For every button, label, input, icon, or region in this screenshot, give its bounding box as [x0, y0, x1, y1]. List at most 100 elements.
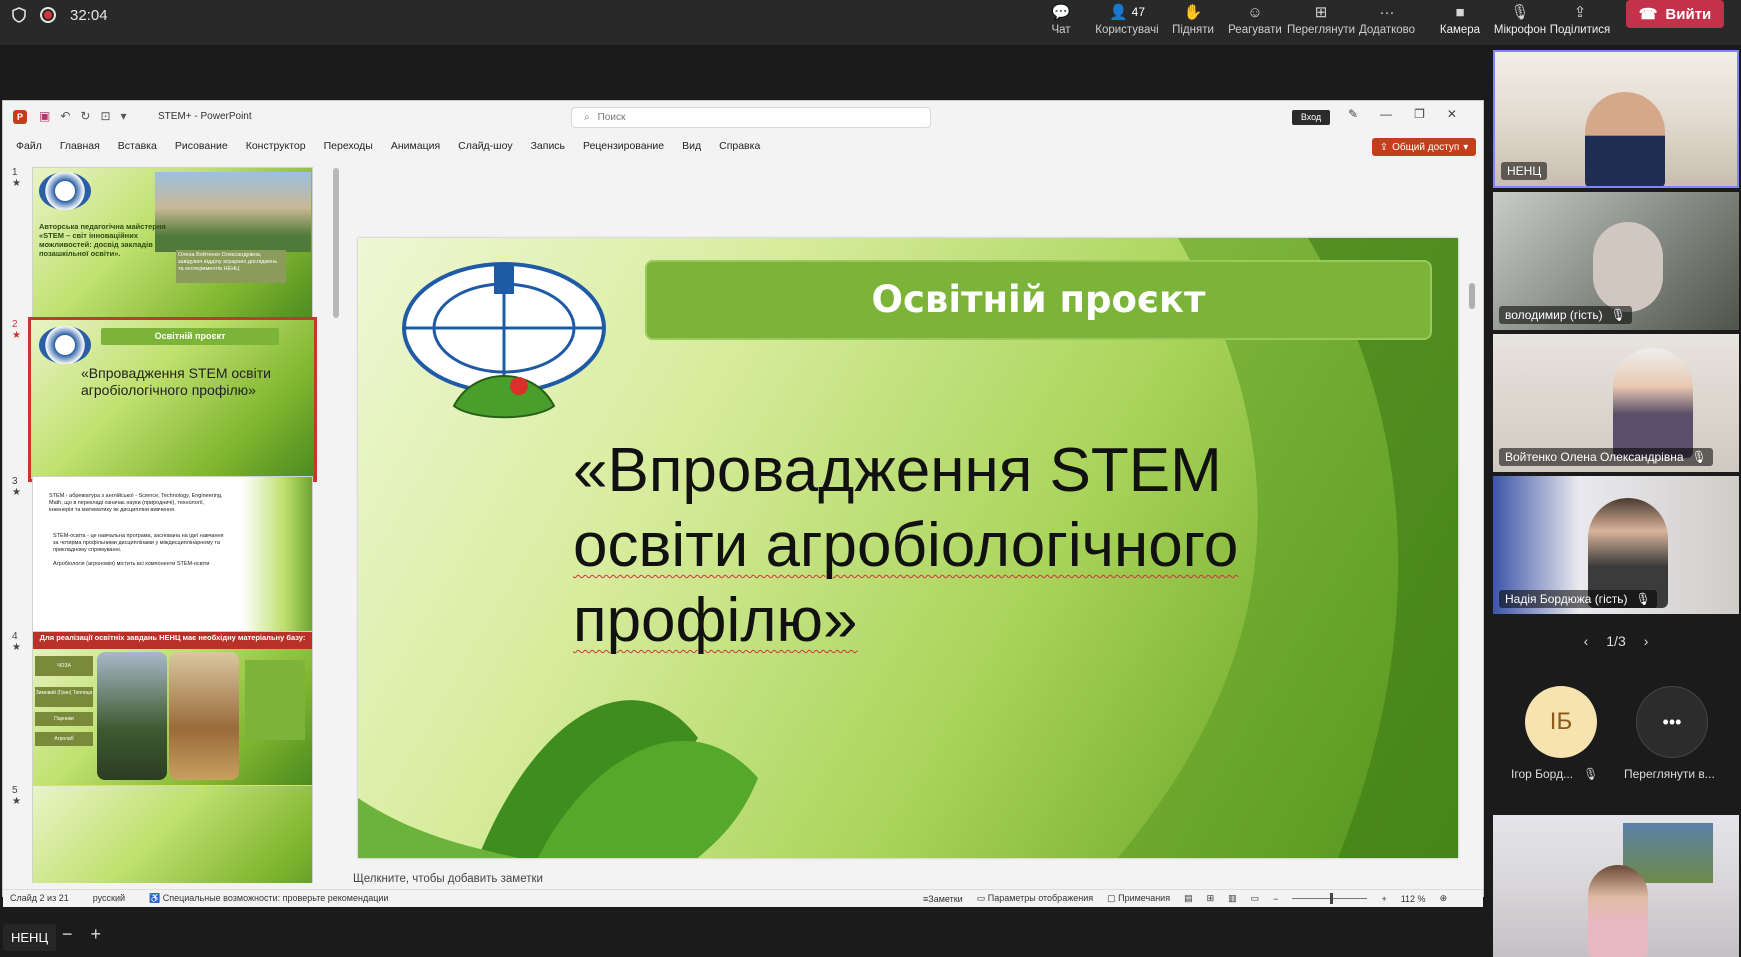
slide-thumbnail-4[interactable]: Для реалізації освітніх завдань НЕНЦ має…	[32, 631, 313, 788]
participant-name-tag: НЕНЦ	[1501, 162, 1548, 180]
reading-view-icon[interactable]: ▥	[1228, 893, 1237, 904]
status-bar: Слайд 2 из 21 русский ♿ Специальные возм…	[3, 889, 1483, 907]
restore-icon[interactable]: ❐	[1414, 107, 1425, 121]
thumb-2-text: «Впровадження STEM освіти агробіологічно…	[81, 365, 271, 398]
tab-view[interactable]: Вид	[682, 140, 701, 152]
customize-icon[interactable]: ▾	[121, 109, 127, 123]
participant-tile[interactable]: Войтенко Олена Олександрівна 🎙	[1493, 334, 1739, 472]
tab-record[interactable]: Запись	[531, 140, 565, 152]
accessibility-indicator[interactable]: ♿ Специальные возможности: проверьте рек…	[149, 893, 388, 904]
avatar-label: Переглянути в...	[1624, 767, 1715, 781]
view-button[interactable]: ⊞ Переглянути	[1286, 0, 1356, 40]
slide-thumbnail-3[interactable]: STEM - абревіатура з англійської - Scien…	[32, 476, 313, 633]
participant-tile[interactable]: НЕНЦ	[1493, 50, 1739, 188]
search-input[interactable]: ⌕ Поиск	[571, 107, 931, 128]
raise-hand-button[interactable]: ✋ Підняти	[1162, 0, 1224, 40]
chat-button[interactable]: 💬 Чат	[1030, 0, 1092, 40]
tab-draw[interactable]: Рисование	[175, 140, 228, 152]
thumb-number: 1 ★	[12, 167, 21, 189]
tab-file[interactable]: Файл	[16, 140, 42, 152]
logo-globe-icon	[39, 172, 91, 210]
save-icon[interactable]: ▣	[39, 109, 50, 123]
search-placeholder: Поиск	[597, 111, 626, 123]
zoom-in-button[interactable]: +	[91, 924, 102, 945]
avatar[interactable]: ІБ	[1525, 686, 1597, 758]
display-settings-button[interactable]: ▭ Параметры отображения	[977, 893, 1093, 904]
fit-slide-icon[interactable]: ⊕	[1440, 893, 1448, 904]
thumb-number: 3 ★	[12, 476, 21, 498]
undo-icon[interactable]: ↶	[60, 109, 70, 123]
comments-button[interactable]: ▢ Примечания	[1107, 893, 1170, 904]
tab-design[interactable]: Конструктор	[246, 140, 306, 152]
share-access-button[interactable]: ⇪ Общий доступ ▾	[1372, 138, 1476, 156]
powerpoint-window: P ▣ ↶ ↻ ⊡ ▾ STEM+ - PowerPoint ⌕ Поиск В…	[2, 100, 1484, 907]
language-indicator[interactable]: русский	[93, 893, 125, 904]
mic-off-icon: 🎙	[1635, 592, 1651, 606]
greenhouse-photo	[97, 652, 167, 780]
slide-scrollbar[interactable]	[1469, 238, 1475, 858]
normal-view-icon[interactable]: ▤	[1184, 893, 1193, 904]
tab-animations[interactable]: Анимация	[391, 140, 440, 152]
slideshow-view-icon[interactable]: ▭	[1251, 893, 1260, 904]
mic-button[interactable]: 🎙 Мікрофон	[1490, 0, 1550, 40]
notes-button[interactable]: ≡Заметки	[923, 894, 963, 904]
ppt-titlebar: P ▣ ↶ ↻ ⊡ ▾ STEM+ - PowerPoint ⌕ Поиск В…	[3, 101, 1483, 133]
more-participants-button[interactable]: •••	[1636, 686, 1708, 758]
participant-name-tag: володимир (гість) 🎙	[1499, 306, 1632, 324]
tab-insert[interactable]: Вставка	[118, 140, 157, 152]
chevron-right-icon[interactable]: ›	[1644, 633, 1649, 649]
share-button[interactable]: ⇪ Поділитися	[1550, 0, 1610, 40]
chevron-left-icon[interactable]: ‹	[1584, 633, 1589, 649]
thumbnails-scrollbar[interactable]	[333, 163, 339, 883]
tab-home[interactable]: Главная	[60, 140, 100, 152]
minimize-icon[interactable]: —	[1380, 107, 1392, 121]
zoom-slider[interactable]	[1292, 893, 1368, 904]
tab-transitions[interactable]: Переходы	[324, 140, 373, 152]
mic-off-icon: 🎙	[1583, 767, 1599, 781]
zoom-level[interactable]: 112 %	[1401, 894, 1426, 904]
search-icon: ⌕	[584, 111, 590, 123]
zoom-in-icon[interactable]: +	[1381, 894, 1386, 904]
thumb-4-label-4: Агролаб	[35, 732, 93, 746]
tab-review[interactable]: Рецензирование	[583, 140, 664, 152]
participant-tile[interactable]: володимир (гість) 🎙	[1493, 192, 1739, 330]
participant-name-tag: Войтенко Олена Олександрівна 🎙	[1499, 448, 1713, 466]
close-icon[interactable]: ✕	[1447, 107, 1457, 121]
person-silhouette	[1593, 222, 1663, 312]
leave-button[interactable]: ☎ Вийти	[1626, 0, 1724, 28]
share-access-icon: ⇪	[1379, 141, 1389, 153]
signin-button[interactable]: Вход	[1292, 110, 1330, 125]
quick-access-toolbar: ▣ ↶ ↻ ⊡ ▾	[39, 109, 127, 123]
tab-slideshow[interactable]: Слайд-шоу	[458, 140, 512, 152]
accessibility-icon: ♿	[149, 893, 163, 903]
chat-label: Чат	[1051, 24, 1071, 36]
people-button[interactable]: 👤 47 Користувачі	[1092, 0, 1162, 40]
slide-thumbnail-2[interactable]: Освітній проєкт «Впровадження STEM освіт…	[28, 317, 317, 482]
mic-off-icon: 🎙	[1510, 4, 1530, 21]
people-label: Користувачі	[1095, 24, 1159, 36]
sorter-view-icon[interactable]: ⊞	[1207, 893, 1215, 904]
thumb-4-label-2: Зимовий (Грин) Теплиця	[35, 687, 93, 707]
pen-icon[interactable]: ✎	[1348, 107, 1358, 121]
camera-button[interactable]: ■ Камера	[1430, 0, 1490, 40]
tab-help[interactable]: Справка	[719, 140, 760, 152]
heading-line: «Впровадження STEM	[573, 436, 1222, 505]
zoom-out-button[interactable]: −	[62, 924, 73, 945]
slide-thumbnail-5[interactable]	[32, 785, 313, 883]
thumb-1-caption: Олена Войтенко Олександрівна, завідувач …	[176, 250, 286, 283]
redo-icon[interactable]: ↻	[80, 109, 90, 123]
participant-tile[interactable]	[1493, 815, 1739, 957]
react-button[interactable]: ☺ Реагувати	[1224, 0, 1286, 40]
present-icon[interactable]: ⊡	[100, 109, 110, 123]
shield-icon	[12, 7, 26, 23]
zoom-out-icon[interactable]: −	[1273, 894, 1278, 904]
more-button[interactable]: ··· Додатково	[1356, 0, 1418, 40]
thumb-4-label-3: Парники	[35, 712, 93, 726]
logo-globe-icon	[39, 326, 91, 364]
slide-thumbnail-1[interactable]: Авторська педагогічна майстерня «STEM – …	[32, 167, 313, 324]
chevron-down-icon: ▾	[1463, 141, 1469, 153]
notes-placeholder[interactable]: Щелкните, чтобы добавить заметки	[353, 873, 543, 885]
avatar-label: Ігор Борд... 🎙	[1511, 767, 1599, 781]
current-slide[interactable]: Освітній проєкт «Впровадження STEM освіт…	[358, 238, 1458, 858]
participant-tile[interactable]: Надія Бордюжа (гість) 🎙	[1493, 476, 1739, 614]
